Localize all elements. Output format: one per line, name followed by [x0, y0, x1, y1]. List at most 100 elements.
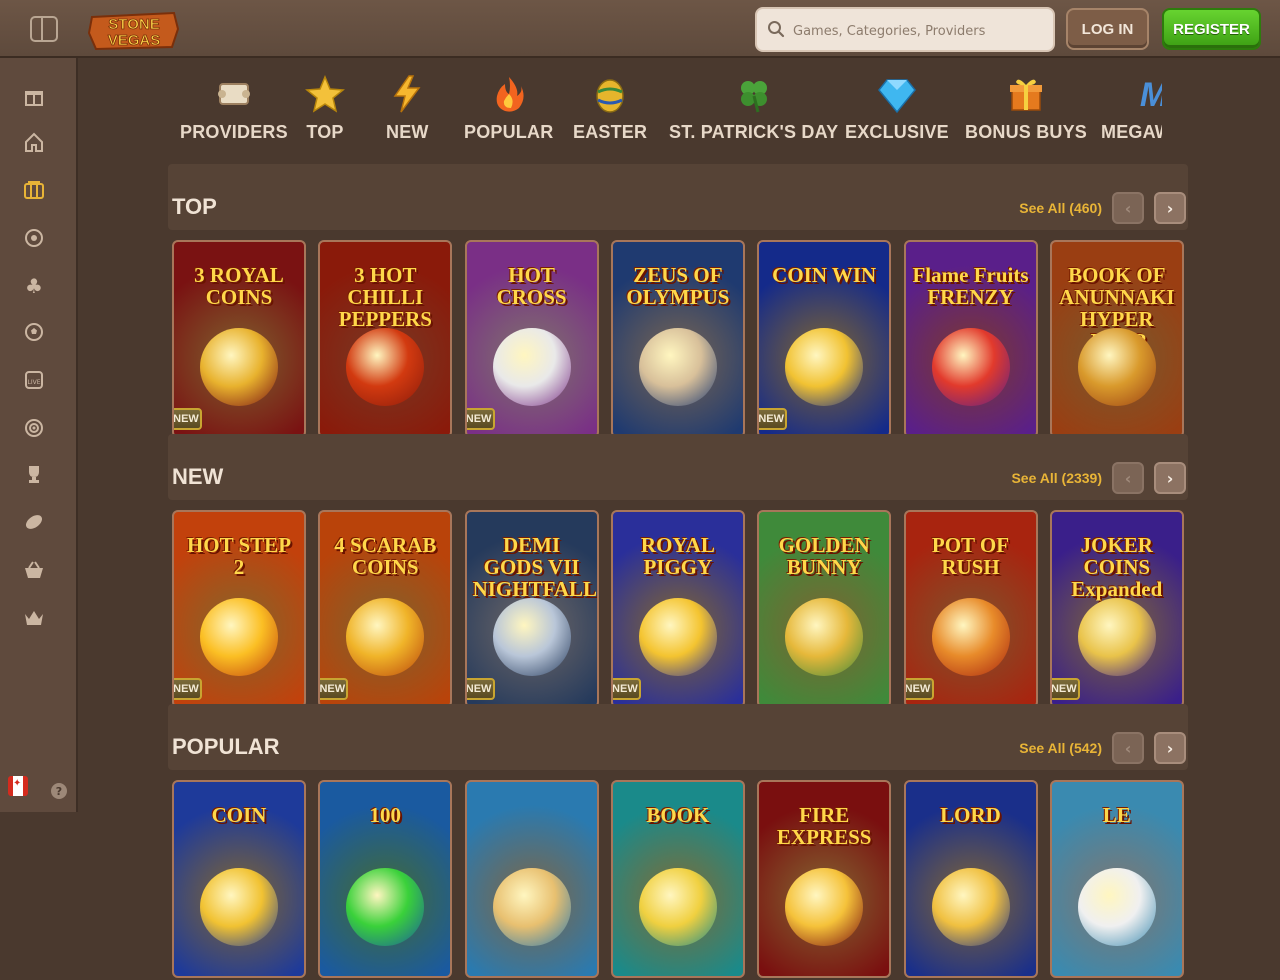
game-title: HOT STEP 2 — [186, 533, 292, 579]
scroll-icon — [214, 74, 254, 114]
game-title: Flame Fruits FRENZY — [912, 263, 1029, 309]
game-card[interactable] — [464, 780, 599, 978]
game-title: POT OF RUSH — [931, 533, 1010, 579]
prev-arrow-icon[interactable]: ‹ — [1112, 462, 1144, 494]
game-card[interactable]: DEMI GODS VII NIGHTFALL NEW — [464, 510, 599, 708]
rugby-icon[interactable] — [20, 508, 48, 536]
canada-flag-icon[interactable] — [8, 776, 28, 796]
game-artwork — [931, 868, 1010, 946]
svg-text:M: M — [1140, 76, 1162, 114]
game-card[interactable]: LORD — [903, 780, 1038, 978]
target-icon[interactable] — [20, 414, 48, 442]
see-all-link[interactable]: See All (542) — [1019, 740, 1102, 756]
category-easter[interactable]: EASTER — [573, 74, 647, 152]
game-artwork — [785, 598, 864, 676]
game-card[interactable]: HOT CROSS NEW — [464, 240, 599, 438]
category-bar: PROVIDERS TOP NEW POPULAR EASTER ST. PAT… — [172, 74, 1162, 154]
game-card[interactable]: HOT STEP 2 NEW — [172, 510, 306, 708]
game-card[interactable]: 3 HOT CHILLI PEPPERS — [318, 240, 453, 438]
help-icon[interactable]: ? — [51, 783, 67, 799]
see-all-link[interactable]: See All (2339) — [1011, 470, 1102, 486]
gift-box-icon — [1006, 74, 1046, 114]
new-badge: NEW — [174, 678, 202, 700]
category-top[interactable]: TOP — [305, 74, 345, 152]
category-bonus-buys[interactable]: BONUS BUYS — [965, 74, 1087, 152]
game-artwork — [1077, 598, 1156, 676]
category-new[interactable]: NEW — [386, 74, 429, 152]
game-carousel: COIN 100 BOOK FIRE EXPRESS LORD LE — [172, 780, 1188, 980]
game-artwork — [1077, 328, 1156, 406]
game-card[interactable]: COIN — [172, 780, 306, 978]
game-artwork — [346, 868, 425, 946]
game-card[interactable]: BOOK — [610, 780, 745, 978]
register-button[interactable]: REGISTER — [1162, 8, 1261, 50]
game-artwork — [200, 598, 278, 676]
new-badge: NEW — [905, 678, 934, 700]
roulette-icon[interactable] — [20, 224, 48, 252]
game-card[interactable]: 100 — [318, 780, 453, 978]
egg-icon — [590, 74, 630, 114]
prev-arrow-icon[interactable]: ‹ — [1112, 732, 1144, 764]
new-badge: NEW — [320, 678, 349, 700]
crown-icon[interactable] — [20, 604, 48, 632]
lightning-icon — [387, 74, 427, 114]
trophy-icon[interactable] — [20, 460, 48, 488]
category-popular[interactable]: POPULAR — [464, 74, 553, 152]
game-card[interactable]: 4 SCARAB COINS NEW — [318, 510, 453, 708]
section-popular: POPULAR See All (542) ‹ › COIN 100 BOOK FIR… — [168, 704, 1188, 978]
game-artwork — [200, 328, 278, 406]
search-input[interactable] — [791, 18, 1045, 44]
game-card[interactable]: GOLDEN BUNNY — [757, 510, 892, 708]
game-card[interactable]: COIN WIN NEW — [757, 240, 892, 438]
basket-icon[interactable] — [20, 556, 48, 584]
new-badge: NEW — [466, 678, 495, 700]
live-casino-icon[interactable]: LIVE — [20, 366, 48, 394]
section-top: TOP See All (460) ‹ › 3 ROYAL COINS NEW 3 … — [168, 164, 1188, 446]
game-card[interactable]: LE — [1049, 780, 1184, 978]
new-badge: NEW — [1051, 678, 1080, 700]
game-card[interactable]: POT OF RUSH NEW — [903, 510, 1038, 708]
search-box[interactable] — [755, 7, 1055, 52]
megaways-icon: M — [1134, 74, 1162, 114]
game-title: 3 HOT CHILLI PEPPERS — [338, 263, 432, 331]
clover-icon[interactable]: ♣ — [20, 272, 48, 300]
next-arrow-icon[interactable]: › — [1154, 462, 1186, 494]
login-button[interactable]: LOG IN — [1066, 8, 1149, 50]
shamrock-icon — [734, 74, 774, 114]
diamond-icon — [877, 74, 917, 114]
prev-arrow-icon[interactable]: ‹ — [1112, 192, 1144, 224]
home-icon[interactable] — [20, 128, 48, 156]
football-icon[interactable] — [20, 318, 48, 346]
new-badge: NEW — [466, 408, 495, 430]
sidebar-toggle-icon[interactable] — [30, 16, 58, 42]
game-artwork — [638, 328, 717, 406]
stone-vegas-logo[interactable]: STONE VEGAS — [86, 7, 182, 53]
section-title: NEW — [172, 464, 224, 489]
game-artwork — [492, 868, 571, 946]
category-megaways[interactable]: M MEGAWAYS — [1101, 74, 1162, 152]
game-card[interactable]: Flame Fruits FRENZY — [903, 240, 1038, 438]
new-badge: NEW — [612, 678, 641, 700]
game-artwork — [492, 328, 571, 406]
gift-icon[interactable] — [20, 82, 48, 110]
game-card[interactable]: ZEUS OF OLYMPUS — [610, 240, 745, 438]
section-title: TOP — [172, 194, 217, 219]
game-artwork — [785, 328, 864, 406]
game-card[interactable]: 3 ROYAL COINS NEW — [172, 240, 306, 438]
svg-text:LIVE: LIVE — [27, 379, 40, 386]
category-st-patricks-day[interactable]: ST. PATRICK'S DAY — [669, 74, 838, 152]
game-title: DEMI GODS VII NIGHTFALL — [472, 533, 598, 601]
game-artwork — [638, 598, 717, 676]
game-card[interactable]: FIRE EXPRESS — [757, 780, 892, 978]
game-card[interactable]: JOKER COINS Expanded NEW — [1049, 510, 1184, 708]
next-arrow-icon[interactable]: › — [1154, 192, 1186, 224]
top-header: STONE VEGAS LOG IN REGISTER — [0, 0, 1280, 58]
category-exclusive[interactable]: EXCLUSIVE — [845, 74, 949, 152]
category-providers[interactable]: PROVIDERS — [180, 74, 288, 152]
game-card[interactable]: BOOK OF ANUNNAKI HYPER JUMP — [1049, 240, 1184, 438]
search-icon — [768, 21, 785, 38]
slots-icon[interactable] — [20, 176, 48, 204]
see-all-link[interactable]: See All (460) — [1019, 200, 1102, 216]
game-card[interactable]: ROYAL PIGGY NEW — [610, 510, 745, 708]
next-arrow-icon[interactable]: › — [1154, 732, 1186, 764]
